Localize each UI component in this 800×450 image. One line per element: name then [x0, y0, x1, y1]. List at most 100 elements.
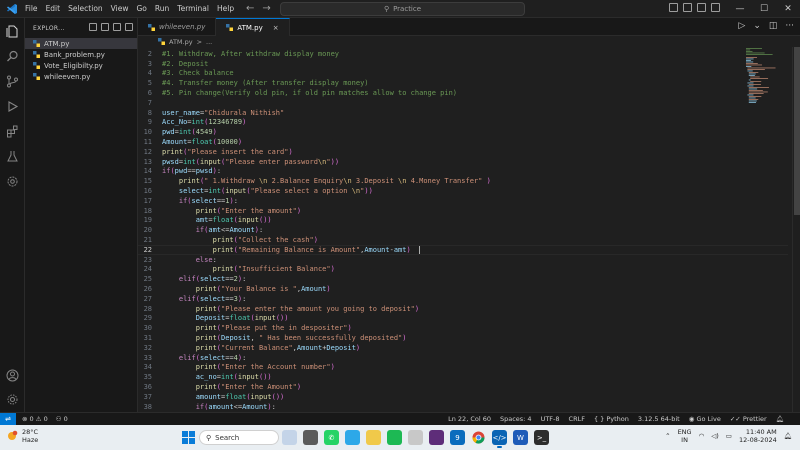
code-line[interactable]: 5 #4. Transfer money (After transfer disp… [138, 78, 788, 88]
code-line[interactable]: 11 Amount=float(10000) [138, 137, 788, 147]
code-line[interactable]: 2 #1. Withdraw, After withdraw display mo… [138, 49, 788, 59]
app-icon-9[interactable]: 9 [450, 430, 465, 445]
language-indicator[interactable]: ENG IN [678, 428, 692, 444]
explorer-file-item[interactable]: Bank_problem.py [25, 49, 137, 60]
copilot-app-icon[interactable] [282, 430, 297, 445]
problems-indicator[interactable]: ⊗ 0 ⚠ 0 [22, 415, 48, 423]
code-line[interactable]: 22 print("Remaining Balance is Amount",A… [138, 245, 788, 255]
end-of-line[interactable]: CRLF [569, 415, 585, 423]
chevron-up-icon[interactable]: ⌃ [665, 432, 670, 440]
menu-go[interactable]: Go [136, 4, 146, 13]
wifi-icon[interactable]: ◠ [699, 432, 705, 440]
code-line[interactable]: 7 [138, 98, 788, 108]
extensions-icon[interactable] [5, 124, 20, 139]
refresh-icon[interactable] [113, 23, 121, 31]
back-arrow-icon[interactable]: ← [246, 3, 254, 14]
ports-indicator[interactable]: ⚇ 0 [56, 415, 68, 423]
new-folder-icon[interactable] [101, 23, 109, 31]
encoding[interactable]: UTF-8 [541, 415, 560, 423]
toggle-panel-icon[interactable] [683, 3, 692, 12]
menu-file[interactable]: File [25, 4, 38, 13]
taskbar-search[interactable]: ⚲ Search [199, 430, 279, 445]
run-python-icon[interactable]: ▷ [738, 21, 745, 31]
code-line[interactable]: 23 else: [138, 255, 788, 265]
code-line[interactable]: 18 print("Enter the amount") [138, 206, 788, 216]
go-live-button[interactable]: ◉ Go Live [689, 415, 721, 423]
whatsapp-icon[interactable]: ✆ [324, 430, 339, 445]
code-line[interactable]: 15 print(" 1.Withdraw \n 2.Balance Enqui… [138, 176, 788, 186]
notification-center-icon[interactable]: 🔔︎ [784, 432, 792, 440]
close-tab-icon[interactable]: × [273, 24, 279, 32]
chrome-icon[interactable] [471, 430, 486, 445]
menu-selection[interactable]: Selection [68, 4, 103, 13]
code-line[interactable]: 34 print("Enter the Account number") [138, 363, 788, 373]
account-icon[interactable] [5, 368, 20, 383]
remote-indicator-icon[interactable]: ⇌ [0, 412, 16, 426]
code-line[interactable]: 33 elif(select==4): [138, 353, 788, 363]
forward-arrow-icon[interactable]: → [262, 3, 270, 14]
terminal-icon[interactable]: >_ [534, 430, 549, 445]
run-debug-icon[interactable] [5, 99, 20, 114]
code-line[interactable]: 20 if(amt<=Amount): [138, 225, 788, 235]
app-icon-7[interactable] [408, 430, 423, 445]
source-control-icon[interactable] [5, 74, 20, 89]
collapse-all-icon[interactable] [125, 23, 133, 31]
indentation[interactable]: Spaces: 4 [500, 415, 532, 423]
code-line[interactable]: 32 print("Current Balance",Amount+Deposi… [138, 343, 788, 353]
code-line[interactable]: 19 amt=float(input()) [138, 216, 788, 226]
tab-atm[interactable]: ATM.py × [216, 18, 290, 36]
app-icon-8[interactable] [429, 430, 444, 445]
menu-run[interactable]: Run [155, 4, 169, 13]
breadcrumb-symbol[interactable]: ... [206, 38, 212, 46]
weather-widget[interactable]: 28°C Haze [6, 428, 38, 444]
code-line[interactable]: 10 pwd=int(4549) [138, 127, 788, 137]
volume-icon[interactable]: ◁) [711, 432, 719, 440]
explorer-file-item[interactable]: Vote_Eligibilty.py [25, 60, 137, 71]
code-line[interactable]: 30 print("Please put the in despositer") [138, 323, 788, 333]
code-line[interactable]: 4 #3. Check balance [138, 69, 788, 79]
code-line[interactable]: 38 if(amount<=Amount): [138, 402, 788, 412]
explorer-file-item[interactable]: whileeven.py [25, 71, 137, 82]
new-file-icon[interactable] [89, 23, 97, 31]
command-center-search[interactable]: ⚲ Practice [280, 2, 525, 16]
code-line[interactable]: 25 elif(select==2): [138, 274, 788, 284]
search-icon[interactable] [5, 49, 20, 64]
code-line[interactable]: 26 print("Your Balance is ",Amount) [138, 284, 788, 294]
remote-settings-icon[interactable] [5, 174, 20, 189]
code-line[interactable]: 12 print("Please insert the card") [138, 147, 788, 157]
code-line[interactable]: 3 #2. Deposit [138, 59, 788, 69]
word-icon[interactable]: W [513, 430, 528, 445]
code-line[interactable]: 14 if(pwd==pwsd): [138, 167, 788, 177]
code-line[interactable]: 35 ac_no=int(input()) [138, 372, 788, 382]
code-line[interactable]: 31 print(Deposit, " Has been successfull… [138, 333, 788, 343]
maximize-icon[interactable]: ☐ [752, 0, 776, 18]
clock[interactable]: 11:40 AM 12-08-2024 [739, 428, 777, 444]
python-interpreter[interactable]: 3.12.5 64-bit [638, 415, 680, 423]
code-line[interactable]: 27 elif(select==3): [138, 294, 788, 304]
notifications-bell-icon[interactable]: 🔔︎ [776, 415, 784, 423]
code-editor[interactable]: 2 #1. Withdraw, After withdraw display mo… [138, 47, 788, 412]
prettier-status[interactable]: ✓✓ Prettier [730, 415, 767, 423]
explorer-file-item[interactable]: ATM.py [25, 38, 137, 49]
code-line[interactable]: 9 Acc_No=int(12346789) [138, 118, 788, 128]
language-mode[interactable]: { } Python [594, 415, 629, 423]
toggle-primary-sidebar-icon[interactable] [669, 3, 678, 12]
code-line[interactable]: 24 print("Insufficient Balance") [138, 265, 788, 275]
menu-terminal[interactable]: Terminal [177, 4, 209, 13]
customize-layout-icon[interactable] [711, 3, 720, 12]
minimap[interactable] [742, 47, 792, 107]
code-line[interactable]: 37 amount=float(input()) [138, 392, 788, 402]
code-line[interactable]: 29 Deposit=float(input()) [138, 314, 788, 324]
code-line[interactable]: 17 if(select==1): [138, 196, 788, 206]
menu-edit[interactable]: Edit [46, 4, 61, 13]
testing-flask-icon[interactable] [5, 149, 20, 164]
toggle-secondary-sidebar-icon[interactable] [697, 3, 706, 12]
code-line[interactable]: 28 print("Please enter the amount you go… [138, 304, 788, 314]
chevron-down-icon[interactable]: ⌄ [753, 21, 761, 31]
code-line[interactable]: 6 #5. Pin change(Verify old pin, if old p… [138, 88, 788, 98]
vscode-taskbar-icon[interactable]: </> [492, 430, 507, 448]
cursor-position[interactable]: Ln 22, Col 60 [448, 415, 491, 423]
more-actions-icon[interactable]: ··· [785, 21, 794, 31]
explorer-icon[interactable] [5, 24, 20, 39]
code-line[interactable]: 13 pwsd=int(input("Please enter password\… [138, 157, 788, 167]
